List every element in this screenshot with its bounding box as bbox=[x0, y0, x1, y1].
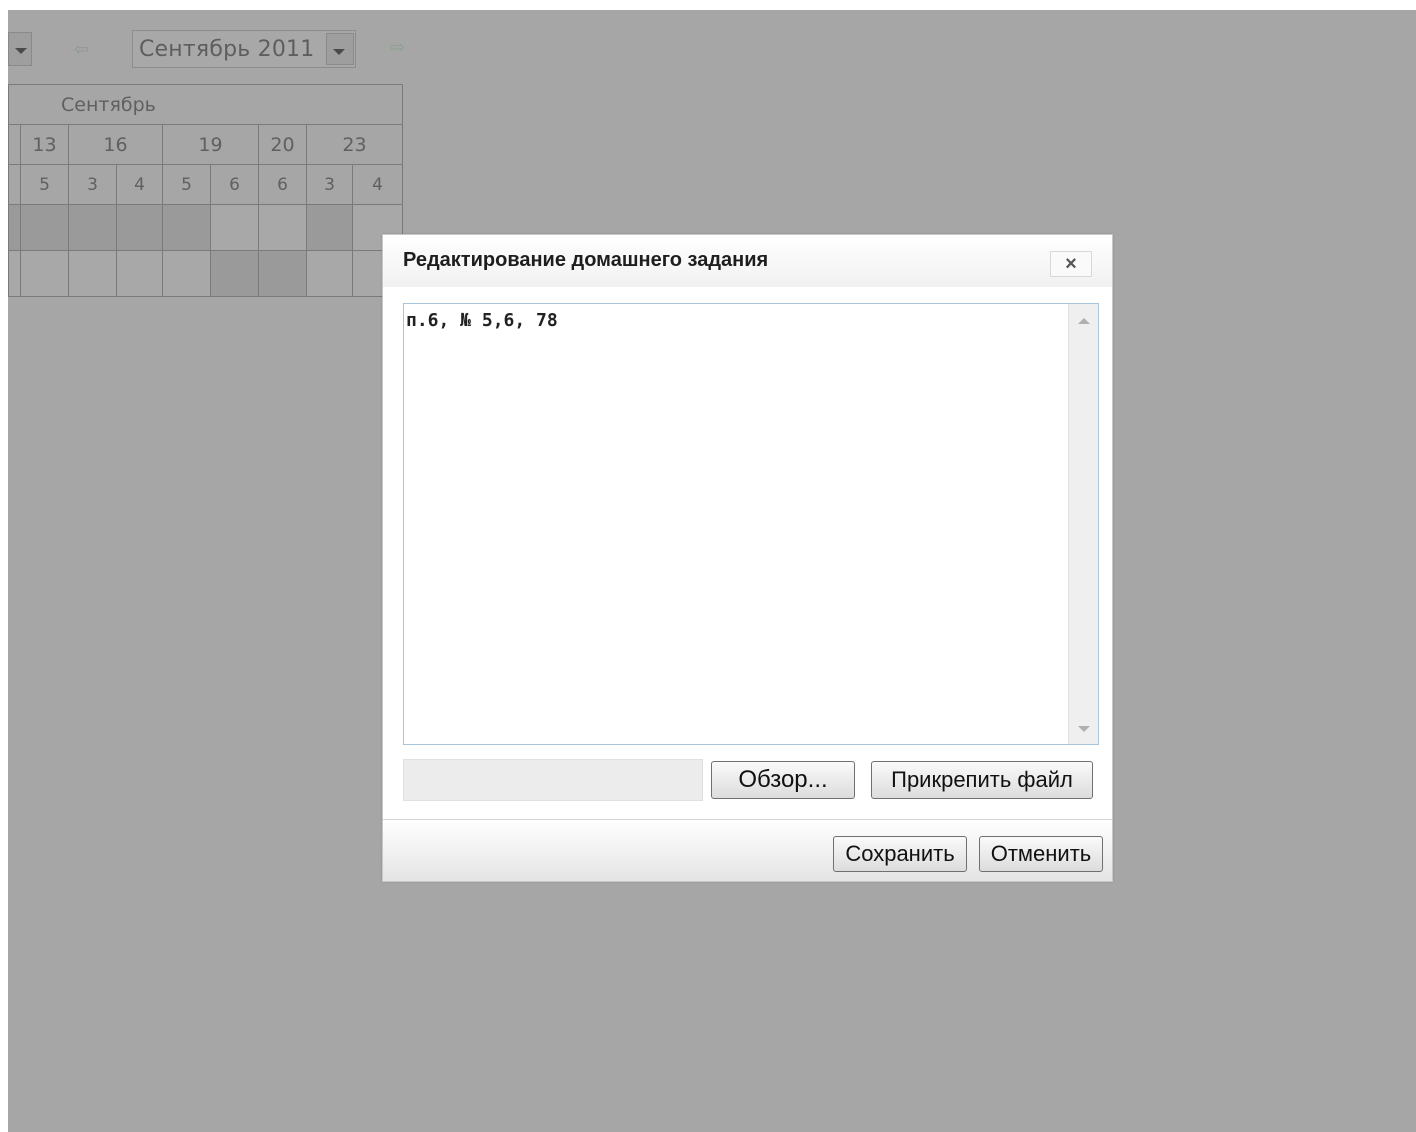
dialog-title: Редактирование домашнего задания bbox=[403, 249, 769, 271]
journal-calendar-table: Сентябрь 13 16 19 20 23 5 3 4 5 6 6 3 4 bbox=[8, 84, 403, 297]
lesson-num-cell: 4 bbox=[116, 164, 163, 205]
lesson-num-cell: 3 bbox=[306, 164, 353, 205]
lesson-num-cell: 5 bbox=[20, 164, 69, 205]
homework-textarea[interactable]: п.6, № 5,6, 78 bbox=[404, 304, 1068, 744]
grade-cell[interactable] bbox=[258, 250, 307, 297]
close-button[interactable]: × bbox=[1050, 251, 1092, 277]
grade-cell[interactable] bbox=[20, 250, 69, 297]
grade-cell[interactable] bbox=[210, 250, 259, 297]
grade-cell[interactable] bbox=[306, 250, 353, 297]
grade-cell[interactable] bbox=[258, 204, 307, 251]
date-cell: 13 bbox=[20, 124, 69, 165]
browse-button[interactable]: Обзор... bbox=[711, 761, 855, 799]
save-button[interactable]: Сохранить bbox=[833, 836, 967, 872]
file-path-input[interactable] bbox=[403, 759, 703, 801]
lesson-num-cell-partial bbox=[8, 164, 21, 205]
cancel-button[interactable]: Отменить bbox=[979, 836, 1103, 872]
lesson-num-cell: 6 bbox=[258, 164, 307, 205]
homework-editor: п.6, № 5,6, 78 bbox=[403, 303, 1099, 745]
date-cell-partial bbox=[8, 124, 21, 165]
grade-cell[interactable] bbox=[68, 250, 117, 297]
prev-month-arrow-icon[interactable]: ⇦ bbox=[74, 40, 89, 58]
edit-homework-dialog: Редактирование домашнего задания × п.6, … bbox=[382, 234, 1113, 882]
date-cell: 16 bbox=[68, 124, 163, 165]
grade-cell[interactable] bbox=[210, 204, 259, 251]
grade-cell[interactable] bbox=[116, 204, 163, 251]
lesson-num-cell: 3 bbox=[68, 164, 117, 205]
grade-cell[interactable] bbox=[306, 204, 353, 251]
lesson-num-cell: 5 bbox=[162, 164, 211, 205]
left-dropdown-arrow-icon[interactable] bbox=[8, 32, 32, 66]
editor-scrollbar[interactable] bbox=[1068, 304, 1098, 744]
lesson-num-cell: 6 bbox=[210, 164, 259, 205]
month-select-value: Сентябрь 2011 bbox=[139, 37, 315, 62]
dialog-title-bar[interactable]: Редактирование домашнего задания × bbox=[383, 235, 1112, 287]
month-select[interactable]: Сентябрь 2011 bbox=[132, 30, 356, 68]
date-cell: 20 bbox=[258, 124, 307, 165]
chevron-down-icon[interactable] bbox=[326, 33, 354, 65]
scroll-down-arrow-icon[interactable] bbox=[1078, 726, 1090, 732]
grade-cell[interactable] bbox=[8, 204, 21, 251]
date-cell: 19 bbox=[162, 124, 259, 165]
close-icon: × bbox=[1065, 253, 1077, 275]
dialog-footer: Сохранить Отменить bbox=[383, 819, 1112, 881]
lesson-num-cell: 4 bbox=[352, 164, 403, 205]
month-header: Сентябрь bbox=[8, 84, 403, 125]
date-cell: 23 bbox=[306, 124, 403, 165]
grade-cell[interactable] bbox=[162, 204, 211, 251]
scroll-up-arrow-icon[interactable] bbox=[1078, 318, 1090, 324]
grade-cell[interactable] bbox=[8, 250, 21, 297]
attach-file-button[interactable]: Прикрепить файл bbox=[871, 761, 1093, 799]
grade-cell[interactable] bbox=[116, 250, 163, 297]
next-month-arrow-icon[interactable]: ⇨ bbox=[390, 38, 405, 56]
grade-cell[interactable] bbox=[162, 250, 211, 297]
grade-cell[interactable] bbox=[20, 204, 69, 251]
grade-cell[interactable] bbox=[68, 204, 117, 251]
